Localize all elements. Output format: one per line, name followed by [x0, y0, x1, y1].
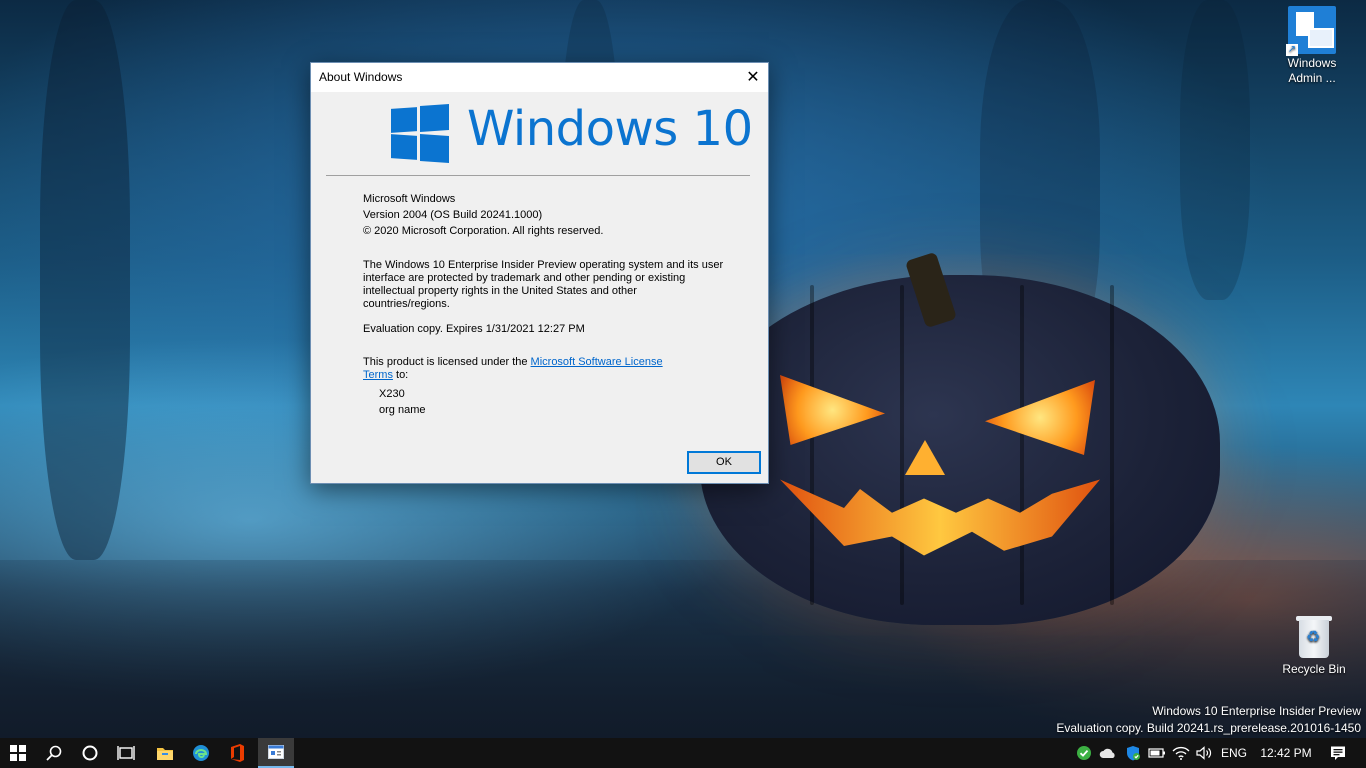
recycle-bin-icon: ♻	[1296, 614, 1332, 658]
network-tray[interactable]	[1170, 738, 1192, 768]
action-center-button[interactable]	[1320, 738, 1356, 768]
desktop-icon-recycle-bin[interactable]: ♻ Recycle Bin	[1274, 614, 1354, 677]
edge-icon	[193, 745, 209, 761]
task-view-button[interactable]	[108, 738, 144, 768]
start-icon	[10, 745, 26, 761]
legal-line: The Windows 10 Enterprise Insider Previe…	[363, 259, 724, 271]
security-status-tray[interactable]	[1073, 738, 1095, 768]
notification-icon	[1331, 746, 1345, 760]
taskbar: ENG 12:42 PM	[0, 738, 1366, 768]
defender-tray[interactable]	[1122, 738, 1144, 768]
licensee-org: org name	[379, 404, 426, 416]
legal-line: countries/regions.	[363, 298, 450, 310]
cortana-icon	[82, 745, 98, 761]
evaluation-watermark: Windows 10 Enterprise Insider Preview Ev…	[1056, 703, 1361, 737]
windows-logo-icon	[391, 103, 449, 164]
dialog-titlebar[interactable]: About Windows ✕	[311, 63, 768, 92]
search-button[interactable]	[36, 738, 72, 768]
desktop-icon-windows-admin-center[interactable]: ↗ Windows Admin ...	[1272, 6, 1352, 86]
desktop-icon-label: Recycle Bin	[1282, 662, 1346, 676]
wifi-icon	[1172, 746, 1190, 760]
close-button[interactable]: ✕	[738, 63, 768, 92]
divider	[326, 175, 750, 176]
about-windows-app-icon	[268, 745, 284, 759]
logo-text: Windows 10	[467, 101, 753, 157]
watermark-line-2: Evaluation copy. Build 20241.rs_prerelea…	[1056, 721, 1361, 735]
legal-notice: The Windows 10 Enterprise Insider Previe…	[363, 259, 723, 311]
input-language[interactable]: ENG	[1218, 738, 1250, 768]
product-name: Microsoft Windows	[363, 193, 456, 205]
cortana-button[interactable]	[72, 738, 108, 768]
file-explorer-icon	[157, 748, 173, 760]
license-text: This product is licensed under the Micro…	[363, 356, 663, 382]
edge-button[interactable]	[183, 738, 219, 768]
pumpkin-image	[700, 251, 1220, 625]
clock[interactable]: 12:42 PM	[1252, 738, 1320, 768]
copyright-text: © 2020 Microsoft Corporation. All rights…	[363, 225, 604, 237]
evaluation-text: Evaluation copy. Expires 1/31/2021 12:27…	[363, 323, 585, 335]
battery-icon	[1148, 748, 1165, 758]
onedrive-cloud-icon	[1099, 748, 1115, 758]
license-suffix: to:	[392, 369, 409, 381]
watermark-line-1: Windows 10 Enterprise Insider Preview	[1152, 704, 1361, 718]
windows-security-icon	[1127, 746, 1140, 761]
windows-admin-center-icon: ↗	[1286, 6, 1336, 56]
file-explorer-button[interactable]	[147, 738, 183, 768]
about-windows-dialog: About Windows ✕ Windows 10 Microsoft Win…	[310, 62, 769, 484]
start-button[interactable]	[0, 738, 36, 768]
onedrive-tray[interactable]	[1097, 738, 1119, 768]
dialog-title: About Windows	[319, 70, 403, 84]
license-terms-link-cont[interactable]: Terms	[363, 369, 393, 381]
office-button[interactable]	[219, 738, 255, 768]
volume-tray[interactable]	[1194, 738, 1216, 768]
legal-line: intellectual property rights in the Unit…	[363, 285, 637, 297]
office-icon	[231, 744, 244, 762]
version-text: Version 2004 (OS Build 20241.1000)	[363, 209, 543, 221]
search-icon	[46, 745, 62, 761]
license-terms-link[interactable]: Microsoft Software License	[531, 356, 663, 368]
ok-button[interactable]: OK	[687, 451, 761, 474]
legal-line: interface are protected by trademark and…	[363, 272, 686, 284]
license-prefix: This product is licensed under the	[363, 356, 531, 368]
desktop-icon-label: Windows Admin ...	[1287, 56, 1337, 85]
task-view-icon	[117, 746, 135, 760]
speaker-icon	[1196, 746, 1212, 760]
about-windows-taskbar-button[interactable]	[258, 738, 294, 768]
battery-tray[interactable]	[1146, 738, 1168, 768]
check-shield-icon	[1077, 746, 1091, 760]
licensee-user: X230	[379, 388, 405, 400]
